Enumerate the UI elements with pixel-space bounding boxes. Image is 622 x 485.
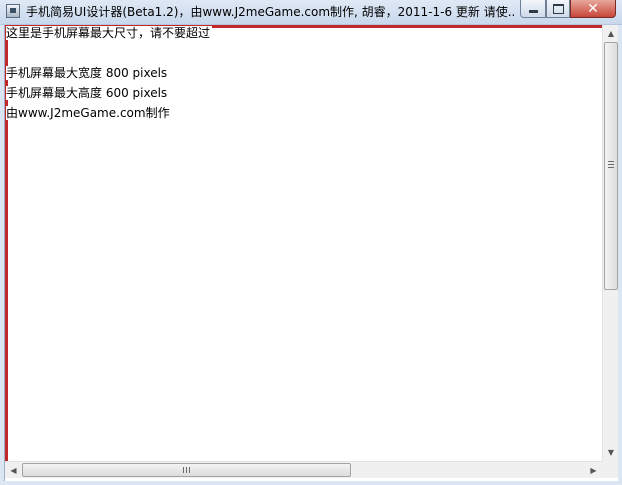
vertical-scroll-thumb[interactable] [604, 42, 618, 290]
horizontal-scroll-thumb[interactable] [22, 463, 351, 477]
grip-icon [608, 161, 614, 168]
scroll-left-icon[interactable]: ◀ [5, 462, 22, 478]
canvas-text-max-width: 手机屏幕最大宽度 800 pixels [6, 66, 170, 80]
canvas-text-credit: 由www.J2meGame.com制作 [6, 106, 172, 120]
maximize-button[interactable] [546, 0, 570, 18]
minimize-button[interactable] [520, 0, 546, 18]
client-area: 这里是手机屏幕最大尺寸，请不要超过 手机屏幕最大宽度 800 pixels 手机… [4, 25, 618, 481]
grip-icon [183, 467, 190, 473]
app-window: 手机简易UI设计器(Beta1.2)，由www.J2meGame.com制作, … [0, 0, 622, 485]
close-icon: ✕ [587, 0, 599, 17]
scroll-right-icon[interactable]: ▶ [585, 462, 602, 478]
scrollbar-corner [602, 461, 618, 478]
vertical-scrollbar[interactable]: ▲ ▼ [602, 25, 618, 461]
maximize-icon [552, 3, 564, 14]
window-title: 手机简易UI设计器(Beta1.2)，由www.J2meGame.com制作, … [26, 5, 514, 19]
title-bar[interactable]: 手机简易UI设计器(Beta1.2)，由www.J2meGame.com制作, … [0, 0, 622, 25]
design-canvas[interactable]: 这里是手机屏幕最大尺寸，请不要超过 手机屏幕最大宽度 800 pixels 手机… [5, 25, 602, 461]
scroll-down-icon[interactable]: ▼ [603, 444, 618, 461]
app-icon[interactable] [6, 4, 20, 18]
scroll-up-icon[interactable]: ▲ [603, 25, 618, 42]
canvas-text-warning: 这里是手机屏幕最大尺寸，请不要超过 [6, 26, 213, 40]
canvas-text-max-height: 手机屏幕最大高度 600 pixels [6, 86, 170, 100]
minimize-icon [528, 10, 538, 13]
close-button[interactable]: ✕ [570, 0, 616, 18]
horizontal-scrollbar[interactable]: ◀ ▶ [5, 461, 602, 478]
